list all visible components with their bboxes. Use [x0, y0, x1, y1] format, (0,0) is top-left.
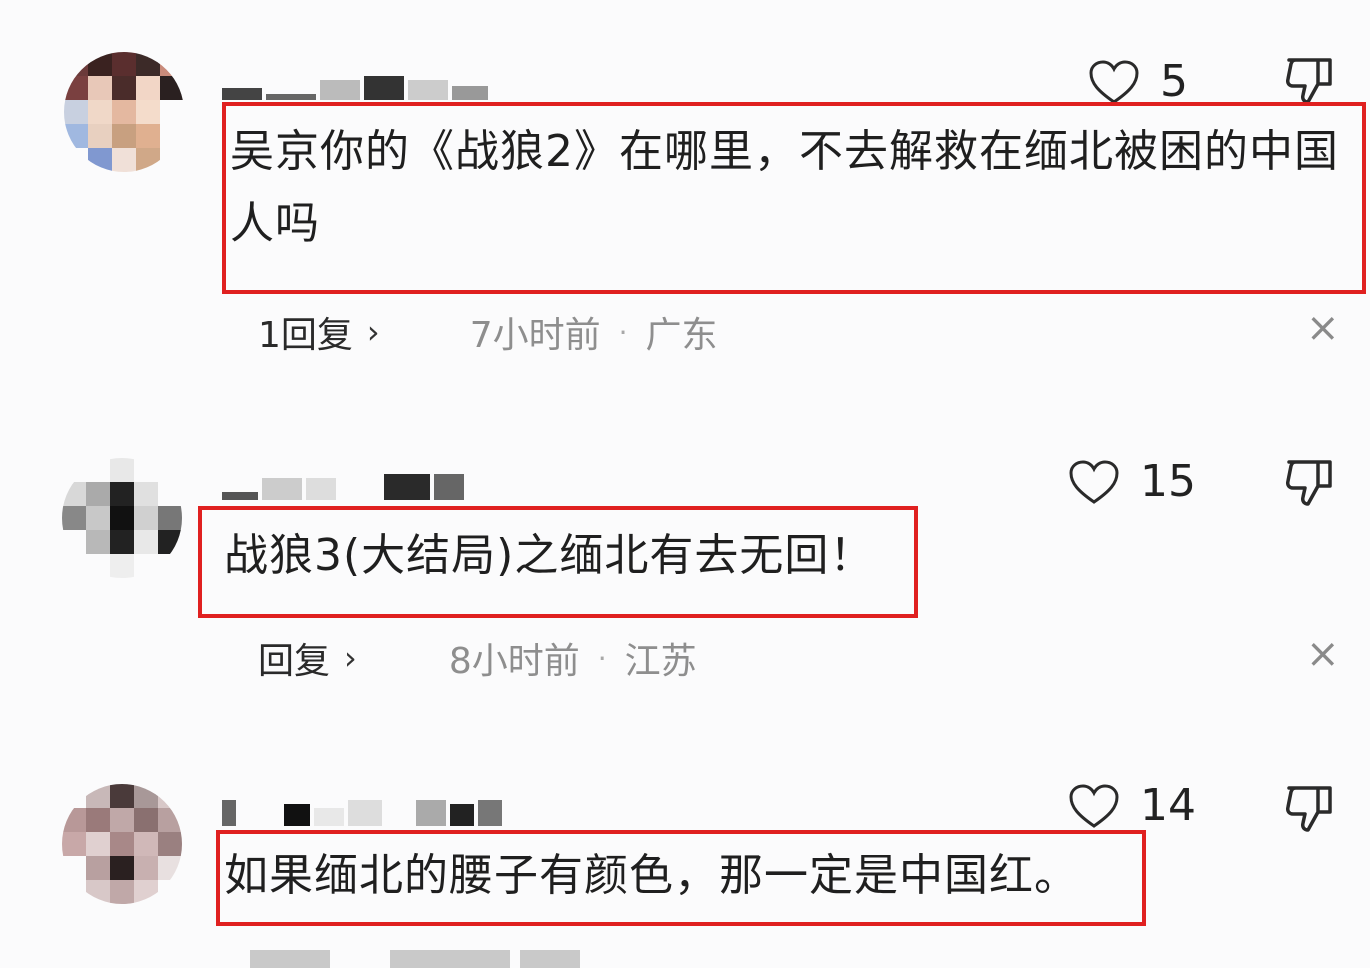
heart-outline-icon: [1069, 459, 1119, 504]
thumbs-down-outline-icon: [1286, 58, 1332, 104]
highlighted-comment-text: 战狼3(大结局)之缅北有去无回！: [198, 506, 918, 618]
close-icon[interactable]: ×: [1306, 634, 1340, 674]
like-button[interactable]: 15: [1068, 456, 1196, 507]
like-count: 5: [1160, 56, 1188, 107]
username-pixelated[interactable]: [222, 474, 464, 500]
highlighted-comment-text: 如果缅北的腰子有颜色，那一定是中国红。: [216, 830, 1146, 926]
reply-button[interactable]: 1回复 ›: [258, 306, 380, 358]
comment-time: 7小时前: [469, 315, 601, 356]
thumbs-down-outline-icon: [1286, 460, 1332, 506]
like-button[interactable]: 14: [1068, 780, 1196, 831]
username-pixelated[interactable]: [222, 74, 488, 100]
cut-off-comment-meta: [250, 950, 580, 968]
comment-location: 广东: [645, 315, 718, 356]
like-count: 14: [1140, 780, 1196, 831]
reply-button[interactable]: 回复 ›: [258, 632, 357, 684]
comment-text: 战狼3(大结局)之缅北有去无回！: [224, 530, 875, 581]
like-count: 15: [1140, 456, 1196, 507]
comment-meta: 回复 › 8小时前 · 江苏: [258, 632, 697, 684]
avatar[interactable]: [64, 52, 184, 172]
comment-meta: 1回复 › 7小时前 · 广东: [258, 306, 718, 358]
comment-text: 吴京你的《战狼2》在哪里，不去解救在缅北被困的中国人吗: [230, 126, 1339, 249]
heart-outline-icon: [1069, 783, 1119, 828]
comment-location: 江苏: [624, 641, 697, 682]
reply-label: 1回复: [258, 315, 353, 356]
separator-dot: ·: [597, 641, 607, 675]
close-icon[interactable]: ×: [1306, 308, 1340, 348]
chevron-right-icon: ›: [344, 639, 357, 677]
separator-dot: ·: [618, 315, 628, 349]
like-button[interactable]: 5: [1088, 56, 1188, 107]
comment-time: 8小时前: [448, 641, 580, 682]
thumbs-down-outline-icon: [1286, 786, 1332, 832]
dislike-button[interactable]: [1284, 456, 1336, 512]
avatar[interactable]: [62, 458, 182, 578]
chevron-right-icon: ›: [366, 313, 380, 351]
avatar[interactable]: [62, 784, 182, 904]
dislike-button[interactable]: [1284, 782, 1336, 838]
reply-label: 回复: [258, 641, 331, 682]
username-pixelated[interactable]: [222, 800, 502, 826]
comment-text: 如果缅北的腰子有颜色，那一定是中国红。: [224, 850, 1079, 901]
highlighted-comment-text: 吴京你的《战狼2》在哪里，不去解救在缅北被困的中国人吗: [222, 102, 1366, 294]
heart-outline-icon: [1089, 59, 1139, 104]
